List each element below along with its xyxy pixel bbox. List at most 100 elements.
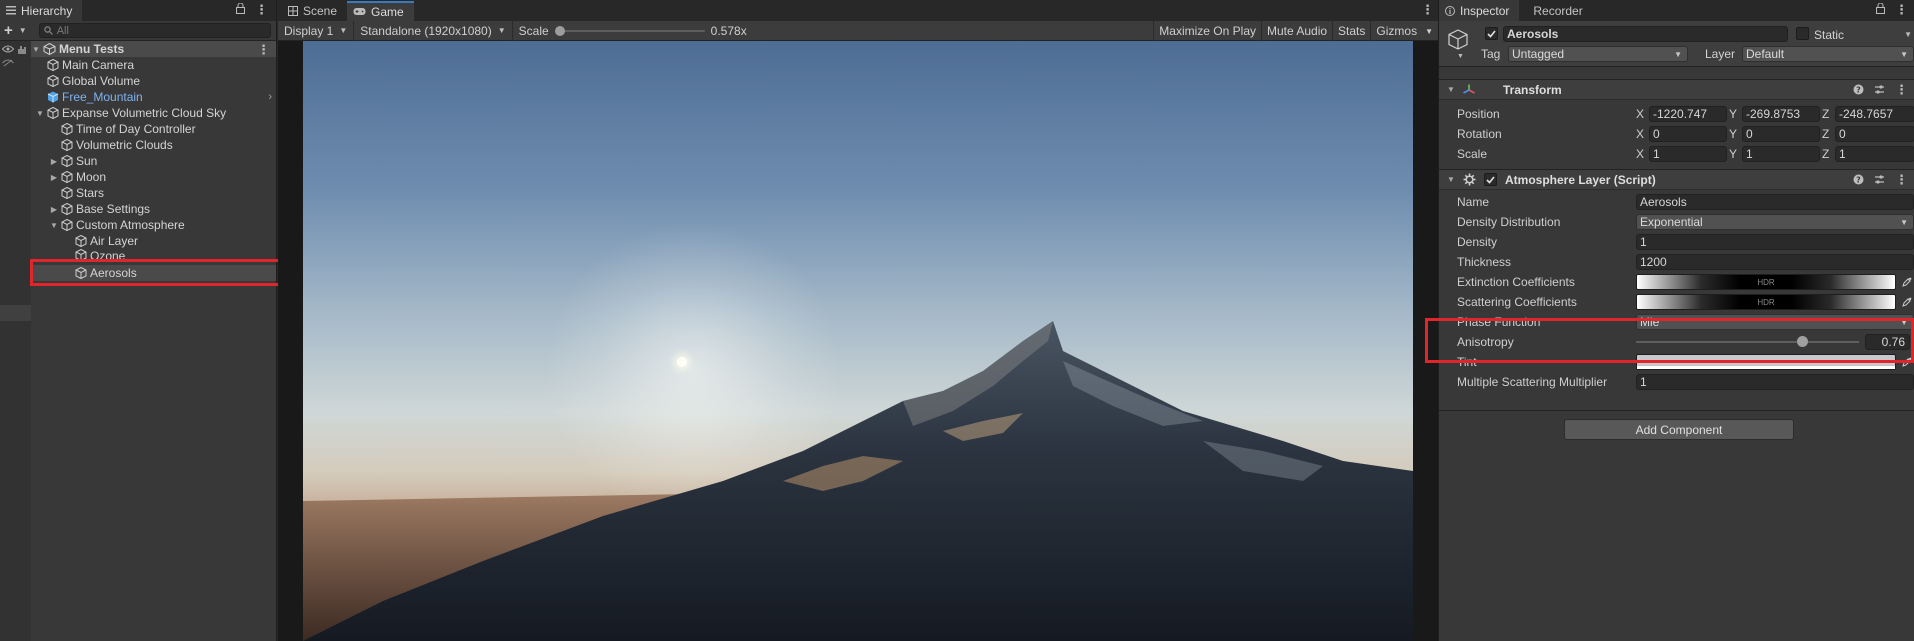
tag-dropdown[interactable]: Untagged ▼ xyxy=(1508,46,1688,62)
transform-header[interactable]: ▼ Transform ? ⋮ xyxy=(1439,79,1914,100)
object-name-field[interactable]: Aerosols xyxy=(1503,26,1788,42)
help-icon[interactable]: ? xyxy=(1853,84,1864,95)
maximize-on-play-button[interactable]: Maximize On Play xyxy=(1153,21,1261,41)
expanded-arrow-icon[interactable]: ▼ xyxy=(1443,85,1459,94)
collapsed-arrow-icon[interactable]: ▶ xyxy=(49,205,59,214)
name-label: Name xyxy=(1457,195,1490,209)
field-value: Aerosols xyxy=(1640,195,1687,209)
lock-icon[interactable] xyxy=(236,3,245,16)
anisotropy-field[interactable]: 0.76 xyxy=(1865,334,1910,350)
collapsed-arrow-icon[interactable]: ▶ xyxy=(49,173,59,182)
eyedropper-icon[interactable] xyxy=(1902,357,1912,367)
add-icon[interactable]: + xyxy=(4,22,13,39)
component-menu-icon[interactable]: ⋮ xyxy=(1895,173,1908,186)
multiple-scattering-field[interactable]: 1 xyxy=(1636,374,1914,390)
chevron-down-icon[interactable]: ▼ xyxy=(1425,27,1433,36)
anisotropy-slider[interactable] xyxy=(1636,336,1859,348)
layer-dropdown[interactable]: Default ▼ xyxy=(1742,46,1914,62)
game-viewport[interactable] xyxy=(303,41,1413,641)
help-icon[interactable]: ? xyxy=(1853,174,1864,185)
scale-slider[interactable] xyxy=(554,25,705,36)
thickness-field[interactable]: 1200 xyxy=(1636,254,1914,270)
pickable-hand-icon[interactable] xyxy=(16,45,27,55)
expanded-arrow-icon[interactable]: ▼ xyxy=(49,221,59,230)
tab-scene[interactable]: Scene xyxy=(282,1,347,21)
list-item[interactable]: Global Volume xyxy=(31,73,276,89)
component-enabled-checkbox[interactable] xyxy=(1484,173,1497,186)
field-value: 0.76 xyxy=(1881,335,1905,349)
scene-menu-icon[interactable]: ⋮ xyxy=(257,43,270,56)
add-component-button[interactable]: Add Component xyxy=(1564,419,1794,440)
more-options-icon[interactable]: ⋮ xyxy=(255,3,268,16)
lock-icon[interactable] xyxy=(1876,3,1885,16)
expanded-arrow-icon[interactable]: ▼ xyxy=(35,109,45,118)
list-item[interactable]: Volumetric Clouds xyxy=(31,137,276,153)
chevron-down-icon: ▼ xyxy=(1900,217,1908,227)
list-item[interactable]: Free_Mountain › xyxy=(31,89,276,105)
active-checkbox[interactable] xyxy=(1485,27,1498,40)
scattering-color-field[interactable]: HDR xyxy=(1636,294,1896,310)
static-checkbox[interactable] xyxy=(1796,27,1809,40)
resolution-dropdown[interactable]: Standalone (1920x1080) ▼ xyxy=(354,20,513,41)
more-options-icon[interactable]: ⋮ xyxy=(1421,2,1434,17)
slider-knob[interactable] xyxy=(1797,336,1809,347)
scale-z-field[interactable]: 1 xyxy=(1835,146,1914,162)
slider-knob[interactable] xyxy=(554,25,565,36)
density-label: Density xyxy=(1457,235,1498,249)
position-y-field[interactable]: -269.8753 xyxy=(1742,106,1820,122)
gameobject-cube-icon xyxy=(75,235,87,247)
atmosphere-layer-header[interactable]: ▼ Atmosphere Layer (Script) ? ⋮ xyxy=(1439,169,1914,190)
list-item[interactable]: ▼ Expanse Volumetric Cloud Sky xyxy=(31,105,276,121)
rotation-x-field[interactable]: 0 xyxy=(1649,126,1727,142)
list-item[interactable]: ▼ Custom Atmosphere xyxy=(31,217,276,233)
name-field[interactable]: Aerosols xyxy=(1636,194,1914,210)
preset-icon[interactable] xyxy=(1874,174,1885,185)
chevron-down-icon[interactable]: ▼ xyxy=(1904,30,1912,39)
eye-icon[interactable] xyxy=(2,45,14,53)
list-item-selected[interactable]: Aerosols xyxy=(31,265,276,281)
gameobject-cube-icon xyxy=(47,107,59,119)
hidden-eye-icon[interactable] xyxy=(2,59,14,67)
preset-icon[interactable] xyxy=(1874,84,1885,95)
rotation-z-field[interactable]: 0 xyxy=(1835,126,1914,142)
position-z-field[interactable]: -248.7657 xyxy=(1835,106,1914,122)
list-item[interactable]: ▶ Moon xyxy=(31,169,276,185)
list-item[interactable]: Air Layer xyxy=(31,233,276,249)
list-item[interactable]: Stars xyxy=(31,185,276,201)
search-input[interactable]: All xyxy=(38,23,271,38)
list-item[interactable]: ▶ Base Settings xyxy=(31,201,276,217)
list-item[interactable]: Time of Day Controller xyxy=(31,121,276,137)
more-options-icon[interactable]: ⋮ xyxy=(1895,3,1908,16)
tab-hierarchy[interactable]: Hierarchy xyxy=(0,0,83,21)
scale-x-field[interactable]: 1 xyxy=(1649,146,1727,162)
tab-game[interactable]: Game xyxy=(347,0,414,21)
button-label: Mute Audio xyxy=(1267,24,1328,38)
stats-button[interactable]: Stats xyxy=(1332,21,1370,41)
tint-color-field[interactable] xyxy=(1636,354,1896,370)
density-distribution-dropdown[interactable]: Exponential ▼ xyxy=(1636,214,1914,230)
expanded-arrow-icon[interactable]: ▼ xyxy=(31,45,41,54)
phase-function-dropdown[interactable]: Mie ▼ xyxy=(1636,314,1914,330)
density-field[interactable]: 1 xyxy=(1636,234,1914,250)
list-item[interactable]: Main Camera xyxy=(31,57,276,73)
component-menu-icon[interactable]: ⋮ xyxy=(1895,83,1908,96)
gizmos-button[interactable]: Gizmos ▼ xyxy=(1370,21,1438,41)
eyedropper-icon[interactable] xyxy=(1902,297,1912,307)
chevron-down-icon[interactable]: ▼ xyxy=(19,26,27,35)
list-item[interactable]: Ozone xyxy=(31,249,276,259)
mute-audio-button[interactable]: Mute Audio xyxy=(1261,21,1332,41)
scale-y-field[interactable]: 1 xyxy=(1742,146,1820,162)
position-x-field[interactable]: -1220.747 xyxy=(1649,106,1727,122)
eyedropper-icon[interactable] xyxy=(1902,277,1912,287)
chevron-right-icon[interactable]: › xyxy=(268,91,272,103)
extinction-color-field[interactable]: HDR xyxy=(1636,274,1896,290)
tab-recorder[interactable]: Recorder xyxy=(1519,1,1592,21)
display-dropdown[interactable]: Display 1 ▼ xyxy=(278,20,355,41)
tab-inspector[interactable]: Inspector xyxy=(1439,0,1520,21)
scene-row[interactable]: ▼ Menu Tests ⋮ xyxy=(31,41,276,57)
rotation-y-field[interactable]: 0 xyxy=(1742,126,1820,142)
collapsed-arrow-icon[interactable]: ▶ xyxy=(49,157,59,166)
chevron-down-icon[interactable]: ▼ xyxy=(1457,53,1464,60)
list-item[interactable]: ▶ Sun xyxy=(31,153,276,169)
expanded-arrow-icon[interactable]: ▼ xyxy=(1443,175,1459,184)
